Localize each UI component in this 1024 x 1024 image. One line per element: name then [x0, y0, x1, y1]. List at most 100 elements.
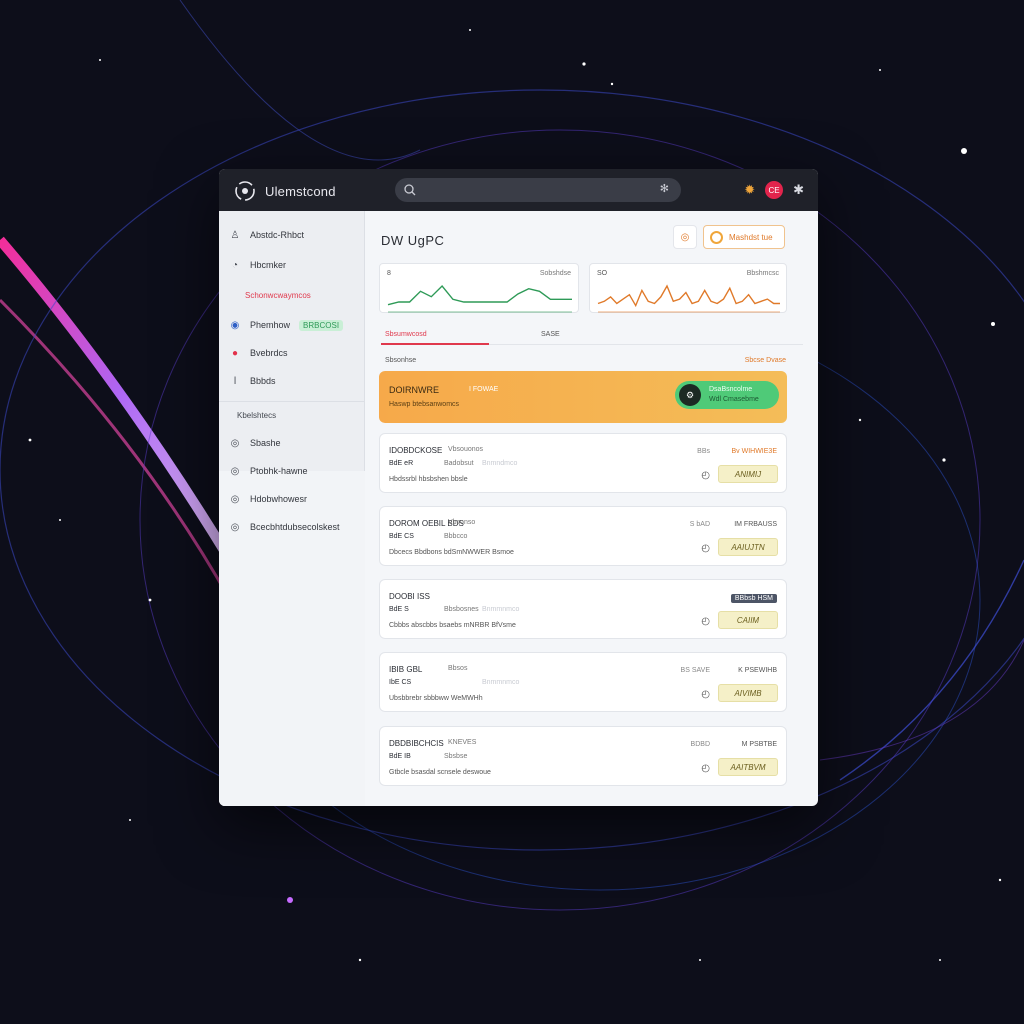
item-meta: Sbsbse [444, 753, 468, 760]
item-stat: S bAD [689, 521, 710, 528]
item-meta: Bnmndmco [482, 460, 518, 467]
item-meta: BdE IB [389, 753, 411, 760]
sidebar-section-item-0[interactable]: ◎ Sbashe [229, 437, 281, 449]
sidebar-item-3[interactable]: ◉ Phemhow BRBCOSI [229, 319, 344, 331]
sidebar-item-label: Ptobhk-hawne [250, 466, 308, 476]
sidebar-item-label: Bbbds [250, 376, 276, 386]
list-item[interactable]: DOROM OEBIL BDS Vbsonso BdE CS Bbbcco Dbcecs… [379, 506, 787, 566]
chart-label: Sobshdse [539, 270, 571, 277]
list-item[interactable]: DOOBI ISS BdE S Bbsbosnes Bnmmnmco Cbbbs abs… [379, 579, 787, 639]
primary-button[interactable]: Mashdst tue [703, 225, 785, 249]
page-title: DW UgPC [381, 233, 445, 248]
sidebar-item-label: Sbashe [250, 438, 281, 448]
sun-icon: ◎ [680, 231, 690, 243]
app-name: Ulemstcond [265, 183, 336, 199]
app-window: Ulemstcond ✻ ✹ CE ✱ ♙ Abstdc-Rhbct ◔ Hbc… [219, 169, 818, 806]
item-title: DOOBI ISS [389, 592, 430, 601]
cta-sublabel: Wdl Cmasebme [709, 396, 759, 403]
sidebar-divider [219, 401, 365, 402]
orbit-arc [839, 559, 1024, 781]
sidebar-item-label: Hdobwhowesr [250, 494, 308, 504]
active-tab-indicator [381, 343, 489, 345]
item-action-button[interactable]: AIVIMB [718, 684, 778, 702]
chart-card-0[interactable]: 8 Sobshdse [379, 263, 579, 313]
list-item[interactable]: IDOBDCKOSE Vbsouonos BdE eR Badobsut Bnmndmc… [379, 433, 787, 493]
sidebar-item-label: Hbcmker [250, 260, 287, 270]
ring-icon [710, 230, 723, 244]
circle-icon: ◎ [230, 493, 240, 505]
mic-icon[interactable]: ✻ [660, 182, 669, 195]
sidebar-section-item-1[interactable]: ◎ Ptobhk-hawne [229, 465, 308, 477]
item-meta: BdE S [389, 606, 409, 613]
sidebar-subitem[interactable]: Schonwcwaymcos [245, 291, 311, 300]
item-description: Hbdssrbl hbsbshen bbsle [389, 476, 468, 483]
tab-0[interactable]: Sbsumwcosd [385, 331, 427, 338]
search-icon [404, 184, 416, 196]
sidebar-item-4[interactable]: ● Bvebrdcs [229, 347, 288, 359]
item-description: Ubsbbrebr sbbbww WeMWHh [389, 695, 483, 702]
sidebar-section-item-3[interactable]: ◎ Bcecbhtdubsecolskest [229, 521, 340, 533]
section-link[interactable]: Sbcse Dvase [745, 357, 786, 364]
chart-label: SO [597, 270, 608, 277]
item-status: IM FRBAUSS [734, 521, 777, 528]
promo-banner[interactable]: DOIRNWRE I FOWAE Haswp btebsanwomcs ⚙ Ds… [379, 371, 787, 423]
item-title-secondary: Vbsonso [448, 519, 476, 526]
app-logo[interactable]: Ulemstcond [233, 179, 336, 203]
notification-badge[interactable]: CE [765, 181, 784, 199]
gear-icon: ⚙ [679, 384, 701, 406]
item-action-button[interactable]: ANIMIJ [718, 465, 778, 483]
refresh-icon[interactable]: ◴ [701, 616, 710, 627]
item-action-button[interactable]: CAIIM [718, 611, 778, 629]
refresh-icon[interactable]: ◴ [701, 763, 710, 774]
list-item[interactable]: DBDBIBCHCIS KNEVES BdE IB Sbsbse Gtbcle bsas… [379, 726, 787, 786]
item-description: Gtbcle bsasdal scnsele deswoue [389, 769, 491, 776]
alert-icon: ● [231, 347, 239, 359]
sidebar-item-5[interactable]: ǀ Bbbds [229, 375, 276, 387]
refresh-icon[interactable]: ◴ [701, 543, 710, 554]
chart-card-1[interactable]: SO Bbshmcsc [589, 263, 787, 313]
user-icon: ♙ [230, 229, 240, 241]
sidebar-section-title: Kbelshtecs [237, 411, 277, 420]
circle-icon: ◎ [230, 437, 240, 449]
primary-button-label: Mashdst tue [729, 232, 773, 242]
sidebar-item-1[interactable]: ◔ Hbcmker [229, 259, 286, 271]
status-badge: BRBCOSI [299, 319, 344, 331]
item-action-button[interactable]: AAIUJTN [718, 538, 778, 556]
item-description: Dbcecs Bbdbons bdSmNWWER Bsmoe [389, 549, 514, 556]
item-title: IBIB GBL [389, 665, 423, 674]
banner-title: DOIRNWRE [389, 385, 439, 395]
section-title: Sbsonhse [385, 357, 417, 364]
sun-icon[interactable]: ✹ [744, 182, 755, 198]
chart-label: Bbshmcsc [746, 270, 779, 277]
refresh-icon[interactable]: ◴ [701, 470, 710, 481]
sparkline-chart [597, 284, 780, 313]
chart-label: 8 [387, 270, 391, 277]
item-stat: BS SAVE [680, 667, 710, 674]
item-meta: Bbsbosnes [444, 606, 479, 613]
globe-icon: ◉ [230, 319, 240, 331]
refresh-icon[interactable]: ◴ [701, 689, 710, 700]
banner-cta-button[interactable]: ⚙ DsaBsncolme Wdl Cmasebme [675, 381, 779, 409]
item-title-secondary: Bbsos [448, 665, 468, 672]
chart-line [597, 284, 780, 308]
orbit-arc [179, 0, 421, 161]
main-content: DW UgPC ◎ Mashdst tue 8 Sobshdse SO Bbsh… [365, 211, 818, 806]
circle-icon: ◎ [230, 521, 240, 533]
item-status: K PSEWIHB [738, 667, 777, 674]
sidebar-item-label: Bvebrdcs [250, 348, 288, 358]
item-meta: Bbbcco [444, 533, 468, 540]
item-status: BBbsb HSM [730, 594, 777, 603]
item-stat: BBs [697, 448, 710, 455]
item-meta: IbE CS [389, 679, 412, 686]
item-action-button[interactable]: AAITBVM [718, 758, 778, 776]
search-input[interactable]: ✻ [395, 178, 681, 202]
sparkline-chart [387, 284, 572, 313]
orbit-arc [819, 639, 1024, 761]
sidebar-item-0[interactable]: ♙ Abstdc-Rhbct [229, 229, 305, 241]
sun-button[interactable]: ◎ [673, 225, 697, 249]
item-status: M PSBTBE [741, 741, 777, 748]
gear-icon[interactable]: ✱ [793, 182, 804, 198]
sidebar-section-item-2[interactable]: ◎ Hdobwhowesr [229, 493, 307, 505]
list-item[interactable]: IBIB GBL Bbsos IbE CS Bnmmnmco Ubsbbrebr sbb… [379, 652, 787, 712]
tab-1[interactable]: SASE [541, 331, 560, 338]
